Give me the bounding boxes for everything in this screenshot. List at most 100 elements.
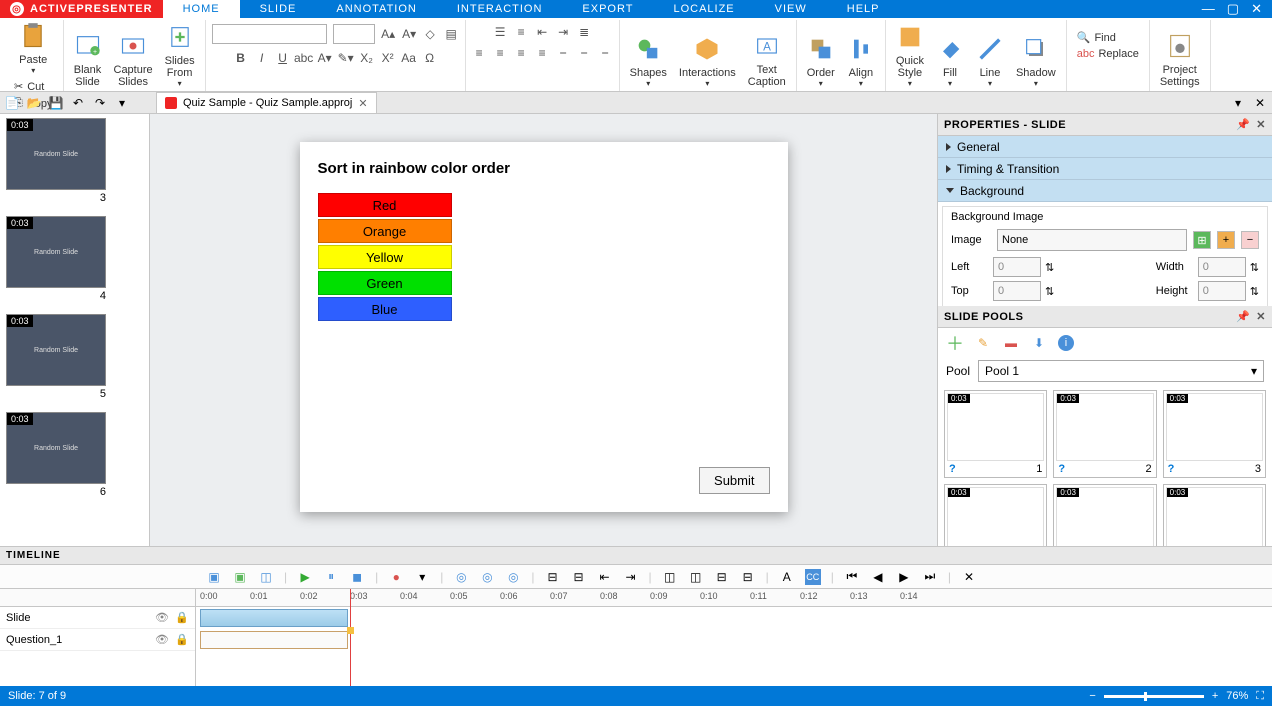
bg-image-combo[interactable]: None bbox=[997, 229, 1187, 251]
align-right-icon[interactable]: ≡ bbox=[514, 45, 529, 60]
tl-tool-icon[interactable]: ⊟ bbox=[571, 569, 587, 585]
bg-browse-icon[interactable]: ⊞ bbox=[1193, 231, 1211, 249]
eye-icon[interactable]: 👁 bbox=[155, 611, 169, 625]
qat-close-icon[interactable]: ✕ bbox=[1252, 95, 1268, 111]
cut-button[interactable]: ✂Cut bbox=[12, 79, 55, 94]
zoom-slider[interactable] bbox=[1104, 695, 1204, 698]
font-size-combo[interactable] bbox=[333, 24, 375, 44]
lock-icon[interactable]: 🔒 bbox=[175, 611, 189, 625]
delete-pool-icon[interactable]: ▬ bbox=[1002, 334, 1020, 352]
capture-slides-button[interactable]: Capture Slides bbox=[110, 20, 157, 90]
qat-dropdown-icon[interactable]: ▾ bbox=[114, 95, 130, 111]
close-icon[interactable]: ✕ bbox=[1251, 1, 1262, 17]
clear-format-icon[interactable]: ◇ bbox=[423, 27, 438, 42]
slide-thumbnail[interactable]: 0:03Random Slide3 bbox=[6, 118, 149, 204]
slide-thumbnail[interactable]: 0:03Random Slide5 bbox=[6, 314, 149, 400]
valign-icon[interactable]: ⎯ bbox=[556, 45, 571, 60]
slide-canvas[interactable]: Sort in rainbow color order RedOrangeYel… bbox=[300, 142, 788, 512]
document-tab[interactable]: Quiz Sample - Quiz Sample.approj ✕ bbox=[156, 92, 377, 113]
symbol-icon[interactable]: Ω bbox=[422, 50, 437, 65]
tl-tool-icon[interactable]: ◫ bbox=[662, 569, 678, 585]
accordion-general[interactable]: General bbox=[938, 136, 1272, 158]
save-icon[interactable]: 💾 bbox=[48, 95, 64, 111]
pin-icon[interactable]: 📌 bbox=[1236, 310, 1250, 323]
subscript-icon[interactable]: X₂ bbox=[359, 50, 374, 65]
submit-button[interactable]: Submit bbox=[699, 467, 769, 494]
underline-icon[interactable]: U bbox=[275, 50, 290, 65]
top-input[interactable]: 0 bbox=[993, 281, 1041, 301]
zoom-in-icon[interactable]: + bbox=[1212, 690, 1218, 702]
edit-pool-icon[interactable]: ✎ bbox=[974, 334, 992, 352]
pool-thumbnail[interactable]: 0:03?6 bbox=[1163, 484, 1266, 546]
strike-icon[interactable]: abc bbox=[296, 50, 311, 65]
quick-style-button[interactable]: Quick Style▾ bbox=[892, 20, 928, 90]
import-icon[interactable]: ⬇ bbox=[1030, 334, 1048, 352]
tl-zoom-icon[interactable]: ▣ bbox=[206, 569, 222, 585]
dec-indent-icon[interactable]: ⇤ bbox=[535, 24, 550, 39]
align-center-icon[interactable]: ≡ bbox=[493, 45, 508, 60]
inc-indent-icon[interactable]: ⇥ bbox=[556, 24, 571, 39]
highlight-color-icon[interactable]: ✎▾ bbox=[338, 50, 353, 65]
sortable-item[interactable]: Green bbox=[318, 271, 452, 295]
grow-font-icon[interactable]: A▴ bbox=[381, 27, 396, 42]
menu-tab-home[interactable]: HOME bbox=[163, 0, 240, 18]
tl-cc-icon[interactable]: CC bbox=[805, 569, 821, 585]
track-slide[interactable]: Slide👁🔒 bbox=[0, 607, 195, 629]
highlight-icon[interactable]: ▤ bbox=[444, 27, 459, 42]
find-button[interactable]: 🔍Find bbox=[1075, 30, 1141, 45]
sortable-item[interactable]: Red bbox=[318, 193, 452, 217]
pause-icon[interactable]: ⏸ bbox=[323, 569, 339, 585]
bg-remove-icon[interactable]: − bbox=[1241, 231, 1259, 249]
redo-icon[interactable]: ↷ bbox=[92, 95, 108, 111]
back-icon[interactable]: ◀ bbox=[870, 569, 886, 585]
valign2-icon[interactable]: ⎯ bbox=[577, 45, 592, 60]
playhead[interactable] bbox=[350, 589, 351, 686]
slide-thumbnail[interactable]: 0:03Random Slide4 bbox=[6, 216, 149, 302]
spinner-icon[interactable]: ⇅ bbox=[1045, 285, 1054, 298]
tl-tool-icon[interactable]: A bbox=[779, 569, 795, 585]
tl-tool-icon[interactable]: ⊟ bbox=[545, 569, 561, 585]
shrink-font-icon[interactable]: A▾ bbox=[402, 27, 417, 42]
accordion-timing[interactable]: Timing & Transition bbox=[938, 158, 1272, 180]
slide-thumbnail[interactable]: 0:03Random Slide6 bbox=[6, 412, 149, 498]
eye-icon[interactable]: 👁 bbox=[155, 633, 169, 647]
blank-slide-button[interactable]: +Blank Slide bbox=[70, 20, 106, 90]
justify-icon[interactable]: ≡ bbox=[535, 45, 550, 60]
align-button[interactable]: Align▾ bbox=[843, 20, 879, 90]
tl-split-icon[interactable]: ◫ bbox=[258, 569, 274, 585]
font-color-icon[interactable]: A▾ bbox=[317, 50, 332, 65]
pool-thumbnail[interactable]: 0:03?2 bbox=[1053, 390, 1156, 478]
lock-icon[interactable]: 🔒 bbox=[175, 633, 189, 647]
accordion-background[interactable]: Background bbox=[938, 180, 1272, 202]
tl-tool-icon[interactable]: ⇥ bbox=[623, 569, 639, 585]
align-left-icon[interactable]: ≡ bbox=[472, 45, 487, 60]
line-button[interactable]: Line▾ bbox=[972, 20, 1008, 90]
bullets-icon[interactable]: ☰ bbox=[493, 24, 508, 39]
timeline-segment-question[interactable] bbox=[200, 631, 348, 649]
menu-tab-view[interactable]: VIEW bbox=[755, 0, 827, 18]
track-question[interactable]: Question_1👁🔒 bbox=[0, 629, 195, 651]
record-icon[interactable]: ● bbox=[388, 569, 404, 585]
timeline-tracks[interactable]: 0:000:010:020:030:040:050:060:070:080:09… bbox=[196, 589, 1272, 686]
menu-tab-localize[interactable]: LOCALIZE bbox=[653, 0, 754, 18]
prev-icon[interactable]: ⏮ bbox=[844, 569, 860, 585]
valign3-icon[interactable]: ⎯ bbox=[598, 45, 613, 60]
sortable-item[interactable]: Orange bbox=[318, 219, 452, 243]
paste-button[interactable]: Paste ▾ bbox=[15, 20, 51, 77]
tl-close-icon[interactable]: ✕ bbox=[961, 569, 977, 585]
tl-tool-icon[interactable]: ◎ bbox=[505, 569, 521, 585]
slide-thumbnails[interactable]: 0:03Random Slide3 0:03Random Slide4 0:03Ra… bbox=[0, 114, 150, 546]
minimize-icon[interactable]: — bbox=[1202, 1, 1215, 17]
tl-tool-icon[interactable]: ⊟ bbox=[714, 569, 730, 585]
bold-icon[interactable]: B bbox=[233, 50, 248, 65]
height-input[interactable]: 0 bbox=[1198, 281, 1246, 301]
spinner-icon[interactable]: ⇅ bbox=[1250, 261, 1259, 274]
stop-icon[interactable]: ◼ bbox=[349, 569, 365, 585]
pool-thumbnail[interactable]: 0:03?1 bbox=[944, 390, 1047, 478]
sortable-item[interactable]: Yellow bbox=[318, 245, 452, 269]
close-panel-icon[interactable]: ✕ bbox=[1256, 118, 1266, 131]
tl-tool-icon[interactable]: ⊟ bbox=[740, 569, 756, 585]
qat-collapse-icon[interactable]: ▾ bbox=[1230, 95, 1246, 111]
undo-icon[interactable]: ↶ bbox=[70, 95, 86, 111]
slides-from-button[interactable]: Slides From▾ bbox=[161, 20, 199, 90]
